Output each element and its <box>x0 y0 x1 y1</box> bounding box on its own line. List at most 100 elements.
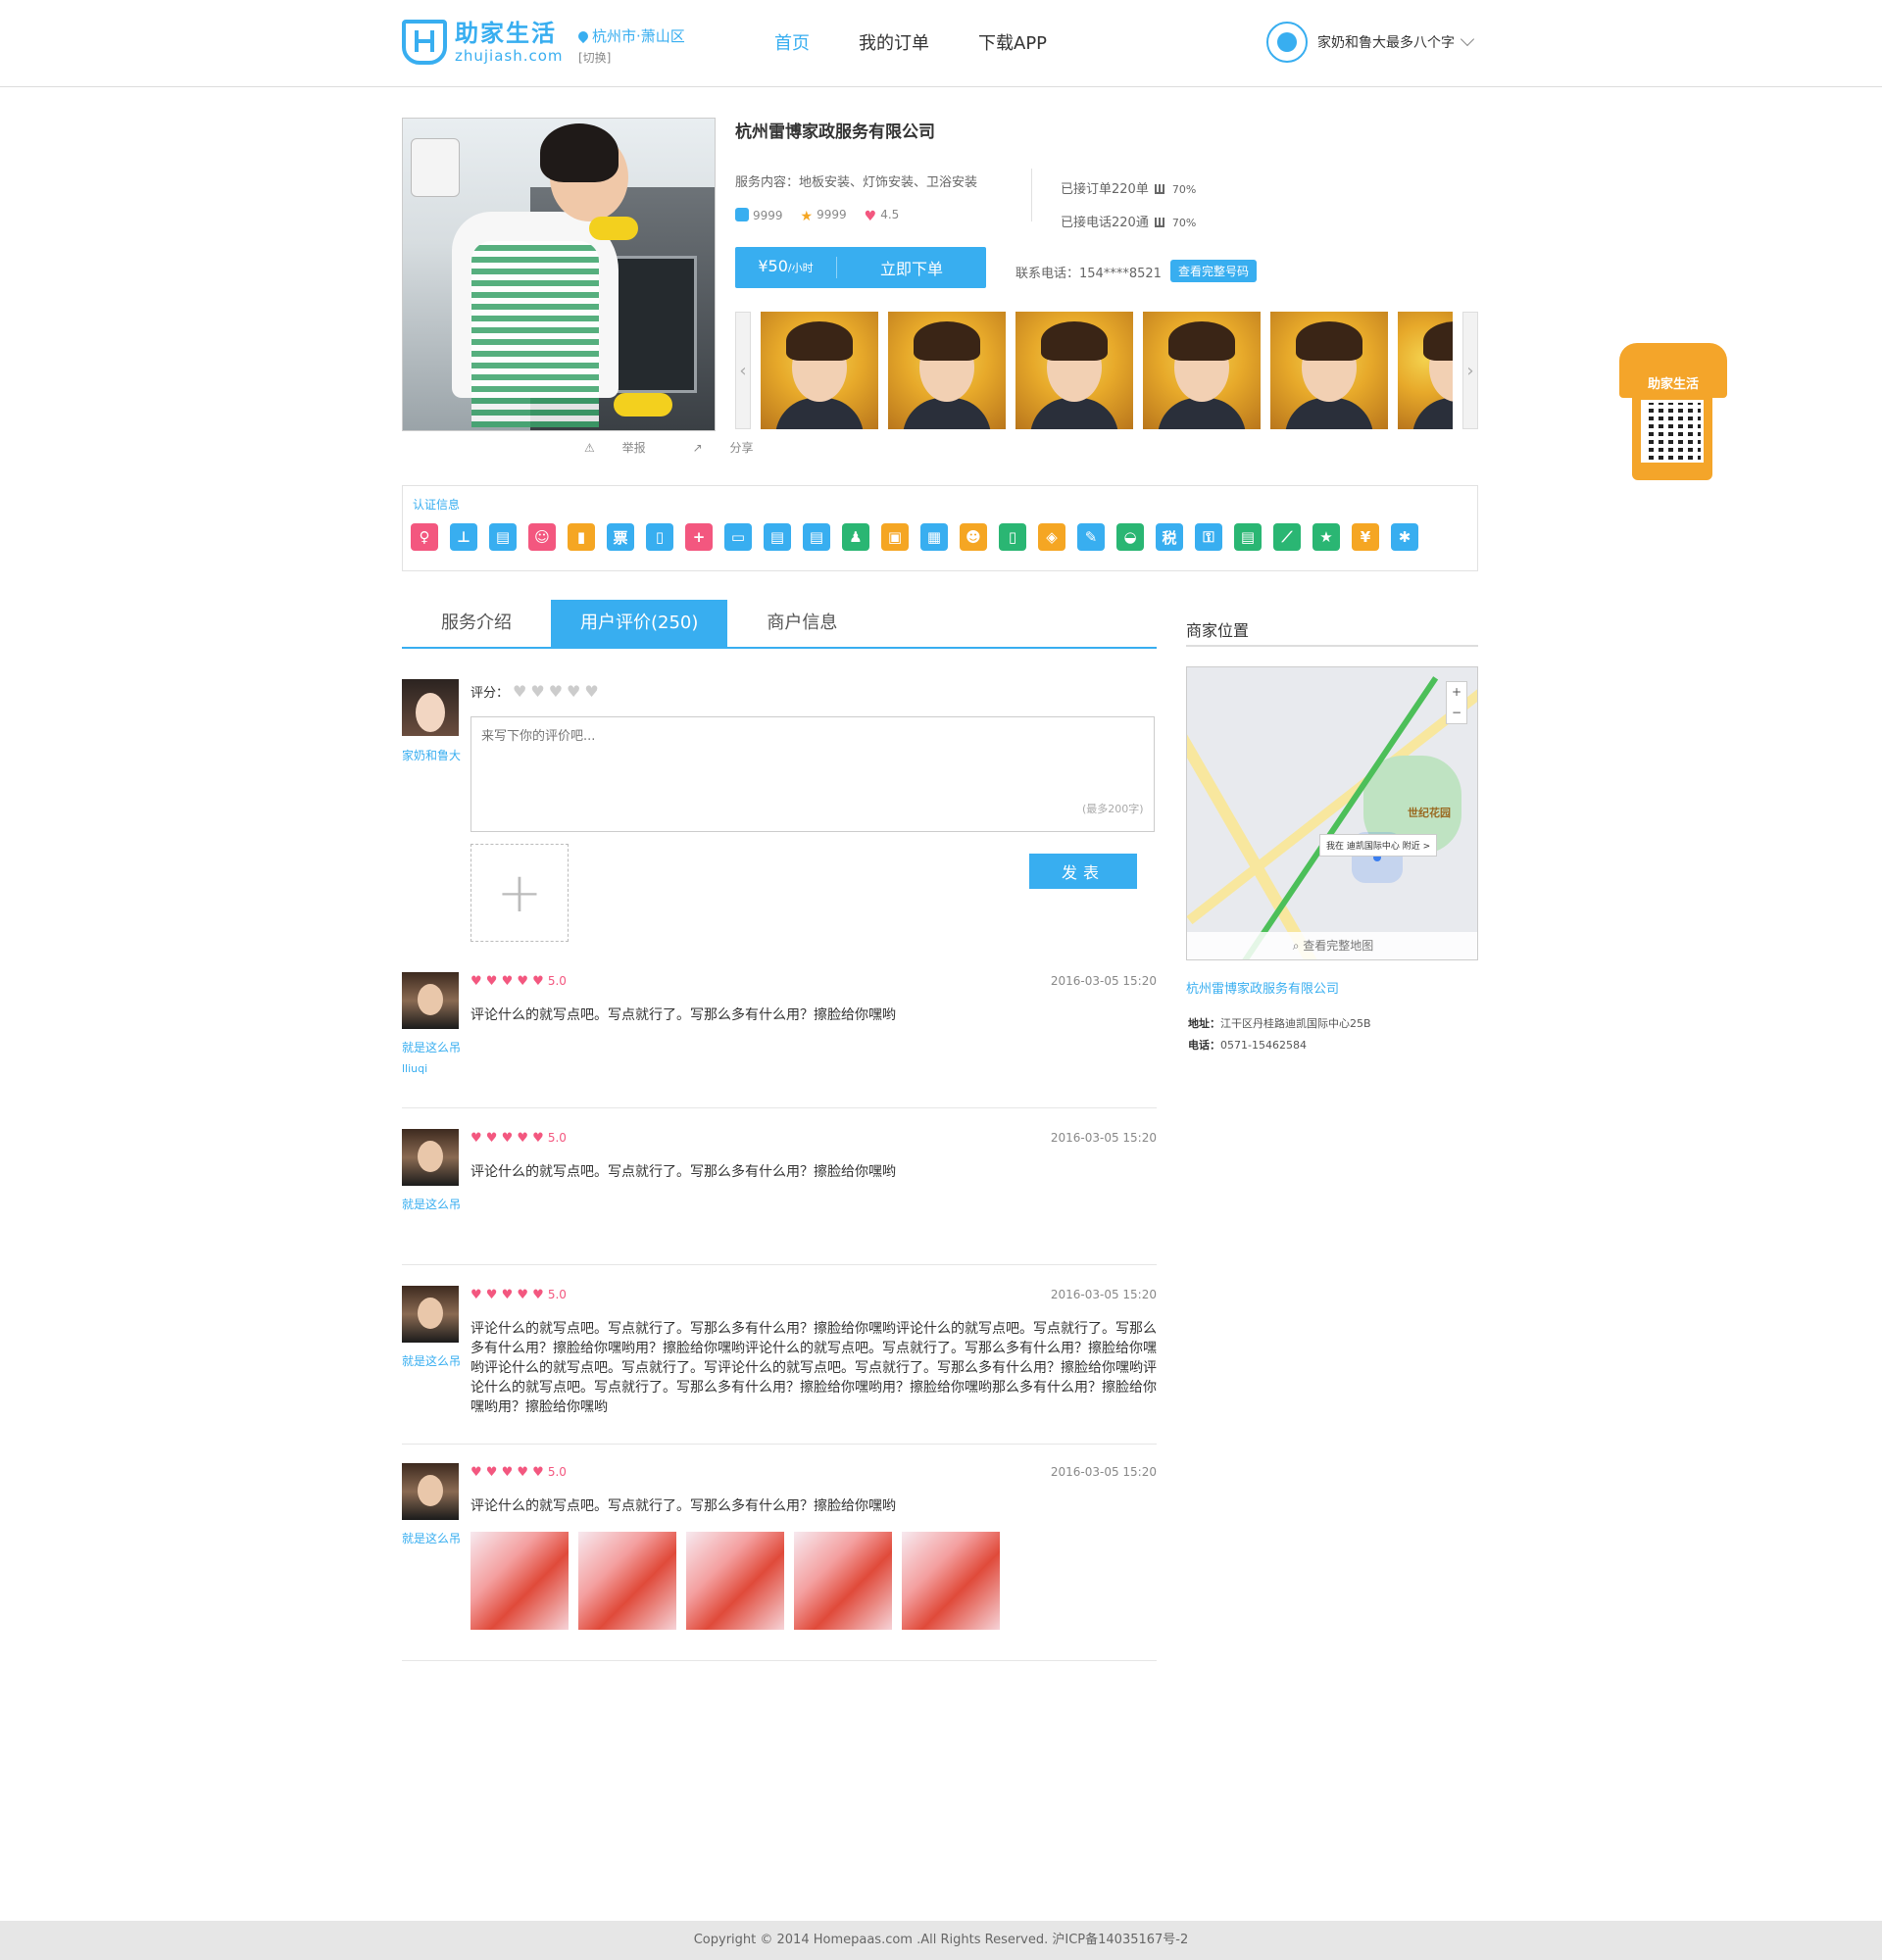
review-image[interactable] <box>686 1532 784 1630</box>
chart-icon[interactable]: ⟋ <box>1273 523 1301 551</box>
reviewer-name[interactable]: 就是这么吊 <box>402 1530 461 1546</box>
reviewer-name[interactable]: 就是这么吊 <box>402 1196 461 1212</box>
reviewer-name[interactable]: 就是这么吊 <box>402 1352 461 1369</box>
ticket-icon[interactable]: 票 <box>607 523 634 551</box>
service-content: 服务内容：地板安装、灯饰安装、卫浴安装 <box>735 175 978 190</box>
report-label: 举报 <box>621 441 646 455</box>
logo[interactable]: 助家生活 zhujiash.com <box>402 20 564 65</box>
zoom-in-icon[interactable]: + <box>1447 682 1466 703</box>
switch-city-link[interactable]: [切换] <box>578 49 611 66</box>
report-link[interactable]: ⚠ 举报 <box>584 439 669 456</box>
tab-merchant-info[interactable]: 商户信息 <box>727 600 876 647</box>
org-icon[interactable]: ⊥ <box>450 523 477 551</box>
gallery-next-icon[interactable]: › <box>1462 312 1478 429</box>
nav-download-app[interactable]: 下载APP <box>978 29 1047 55</box>
review-images <box>470 1532 1010 1630</box>
nav-home[interactable]: 首页 <box>774 29 810 55</box>
gallery-photo[interactable] <box>1398 312 1453 429</box>
review-textarea[interactable] <box>470 716 1155 832</box>
heart-rate-icon[interactable]: ♥ <box>530 682 544 701</box>
gallery-photo[interactable] <box>888 312 1006 429</box>
rating-label: 评分： <box>470 686 510 701</box>
user-badge-icon[interactable]: ☻ <box>960 523 987 551</box>
baby-icon[interactable]: ☺ <box>528 523 556 551</box>
gallery-photo[interactable] <box>1015 312 1133 429</box>
star-badge-icon[interactable]: ★ <box>1312 523 1340 551</box>
city-selector[interactable]: 杭州市·萧山区 <box>575 25 685 46</box>
review-text: 评论什么的就写点吧。写点就行了。写那么多有什么用？擦脸给你嘿哟 <box>470 1007 896 1023</box>
gallery-photo[interactable] <box>1143 312 1261 429</box>
merchant-company-link[interactable]: 杭州雷博家政服务有限公司 <box>1186 978 1339 997</box>
review-image[interactable] <box>470 1532 569 1630</box>
review-image[interactable] <box>578 1532 676 1630</box>
tab-service-intro[interactable]: 服务介绍 <box>402 600 551 647</box>
tv-icon[interactable]: ▭ <box>724 523 752 551</box>
id-card-icon[interactable]: ▤ <box>489 523 517 551</box>
briefcase-icon[interactable]: ▦ <box>920 523 948 551</box>
review-time: 2016-03-05 15:20 <box>1050 974 1157 988</box>
review-image[interactable] <box>794 1532 892 1630</box>
map-zoom-control[interactable]: + − <box>1446 681 1467 724</box>
chevron-down-icon[interactable] <box>1460 31 1475 47</box>
view-full-map-link[interactable]: ⌕ 查看完整地图 <box>1187 932 1477 959</box>
review-text: 评论什么的就写点吧。写点就行了。写那么多有什么用？擦脸给你嘿哟 <box>470 1498 896 1514</box>
wrench-icon[interactable]: ✎ <box>1077 523 1105 551</box>
box-icon[interactable]: ▣ <box>881 523 909 551</box>
likes-count: 9999 <box>753 209 783 222</box>
user-avatar[interactable] <box>1266 22 1308 63</box>
review-item: 就是这么吊 lliuqi ♥ ♥ ♥ ♥ ♥ 5.0 2016-03-05 15:… <box>402 972 1157 1108</box>
tab-user-reviews[interactable]: 用户评价(250) <box>551 600 728 647</box>
share-link[interactable]: ↗ 分享 <box>693 439 777 456</box>
phone-icon[interactable]: ▯ <box>646 523 673 551</box>
tax-icon[interactable]: 税 <box>1156 523 1183 551</box>
money-icon[interactable]: ¥ <box>1352 523 1379 551</box>
city-label: 杭州市·萧山区 <box>592 27 685 45</box>
contact-phone: 联系电话：154****8521 <box>1015 267 1162 281</box>
rating-value: 4.5 <box>880 208 900 221</box>
company-name: 杭州雷博家政服务有限公司 <box>735 122 935 142</box>
code-icon[interactable]: ◈ <box>1038 523 1065 551</box>
address-value: 江干区丹桂路迪凯国际中心25B <box>1220 1017 1371 1030</box>
medical-icon[interactable]: + <box>685 523 713 551</box>
person-icon[interactable]: ♀ <box>411 523 438 551</box>
worker-icon[interactable]: ♟ <box>842 523 869 551</box>
nav-my-orders[interactable]: 我的订单 <box>859 29 929 55</box>
zoom-out-icon[interactable]: − <box>1447 703 1466 723</box>
view-full-number-button[interactable]: 查看完整号码 <box>1170 260 1258 282</box>
heart-icon: ♥ <box>864 209 877 224</box>
lock-icon[interactable]: ⚿ <box>1195 523 1222 551</box>
review-time: 2016-03-05 15:20 <box>1050 1288 1157 1301</box>
license-icon[interactable]: ▤ <box>1234 523 1262 551</box>
heart-rate-icon[interactable]: ♥ <box>549 682 563 701</box>
gallery-photo[interactable] <box>1270 312 1388 429</box>
gallery-prev-icon[interactable]: ‹ <box>735 312 751 429</box>
qr-code-icon <box>1641 400 1704 463</box>
bucket-icon[interactable]: ◒ <box>1116 523 1144 551</box>
user-menu[interactable]: 家奶和鲁大最多八个字 <box>1266 22 1475 63</box>
app-qr-badge[interactable]: 助家生活 <box>1619 343 1727 480</box>
price-amount: ¥50 <box>758 257 788 275</box>
share-icon: ↗ <box>692 441 707 455</box>
settings-icon[interactable]: ✱ <box>1391 523 1418 551</box>
review-rating: ♥ ♥ ♥ ♥ ♥ 5.0 <box>470 1131 567 1146</box>
review-image[interactable] <box>902 1532 1000 1630</box>
copyright: Copyright © 2014 Homepaas.com .All Right… <box>693 1933 1189 1947</box>
order-now-label: 立即下单 <box>879 260 943 278</box>
share-label: 分享 <box>729 441 754 455</box>
upload-image-button[interactable]: + <box>470 844 569 942</box>
tablet-icon[interactable]: ▯ <box>999 523 1026 551</box>
price-unit: /小时 <box>787 262 814 274</box>
post-review-button[interactable]: 发表 <box>1029 854 1137 889</box>
location-map[interactable]: 世纪花园 我在 迪凯国际中心 附近 > + − ⌕ 查看完整地图 <box>1186 666 1478 960</box>
heart-rate-icon[interactable]: ♥ <box>513 682 526 701</box>
map-tooltip[interactable]: 我在 迪凯国际中心 附近 > <box>1319 834 1438 857</box>
card2-icon[interactable]: ▤ <box>803 523 830 551</box>
order-now-button[interactable]: ¥50/小时 立即下单 <box>735 247 986 288</box>
heart-rate-icon[interactable]: ♥ <box>567 682 580 701</box>
heart-rate-icon[interactable]: ♥ <box>584 682 598 701</box>
bottle-icon[interactable]: ▮ <box>568 523 595 551</box>
card-icon[interactable]: ▤ <box>764 523 791 551</box>
reviewer-name[interactable]: 就是这么吊 <box>402 1039 461 1055</box>
review-item: 就是这么吊 ♥ ♥ ♥ ♥ ♥ 5.0 2016-03-05 15:20 评论什么… <box>402 1463 1157 1661</box>
gallery-photo[interactable] <box>761 312 878 429</box>
